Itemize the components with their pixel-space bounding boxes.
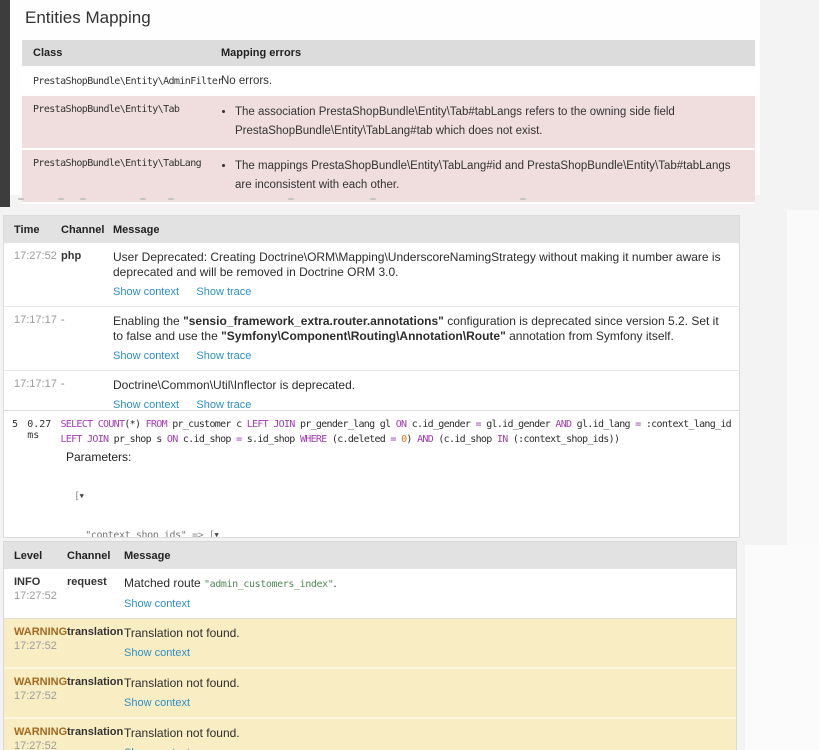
- column-header-channel: Channel: [61, 224, 105, 236]
- table-header-row: Time Channel Message: [4, 216, 739, 243]
- log-message: User Deprecated: Creating Doctrine\ORM\M…: [113, 243, 735, 306]
- entity-class-name: PrestaShopBundle\Entity\TabLang: [33, 157, 202, 169]
- dump-line: "context_shop_ids" => [▼: [85, 529, 219, 538]
- log-message-text: Translation not found.: [124, 726, 240, 740]
- entity-mapping-status: No errors.: [221, 75, 273, 87]
- entities-mapping-table: Class Mapping errors PrestaShopBundle\En…: [22, 40, 755, 204]
- query-duration: 0.27 ms: [27, 419, 52, 441]
- show-context-link[interactable]: Show context: [124, 696, 190, 711]
- log-level: INFO: [14, 576, 41, 588]
- sql-line: SELECT COUNT(*) FROM pr_customer c LEFT …: [60, 419, 731, 430]
- log-time: 17:27:52: [14, 250, 57, 262]
- show-context-link[interactable]: Show context: [124, 646, 190, 661]
- dump-line: [▼: [74, 491, 84, 502]
- sidebar-edge: [0, 0, 10, 207]
- mapping-error-item: The association PrestaShopBundle\Entity\…: [235, 103, 740, 141]
- log-row: 17:17:17 - Enabling the "sensio_framewor…: [4, 306, 739, 370]
- log-message: Translation not found. Show context: [124, 619, 736, 667]
- column-header-mapping-errors: Mapping errors: [221, 47, 302, 59]
- log-channel: translation: [67, 676, 124, 688]
- log-message: Matched route "admin_customers_index". S…: [124, 569, 736, 618]
- log-row-warning: WARNING 17:27:52 translation Translation…: [4, 667, 736, 717]
- column-header-channel: Channel: [67, 550, 111, 562]
- table-header-row: Level Channel Message: [4, 542, 736, 569]
- log-row-warning: WARNING 17:27:52 translation Translation…: [4, 618, 736, 667]
- page-title: Entities Mapping: [25, 8, 151, 27]
- show-trace-link[interactable]: Show trace: [196, 349, 251, 364]
- profiler-page: Entities Mapping Class Mapping errors Pr…: [0, 0, 819, 750]
- log-message-text: User Deprecated: Creating Doctrine\ORM\M…: [113, 250, 721, 279]
- table-row: PrestaShopBundle\Entity\AdminFilter No e…: [22, 68, 755, 96]
- stitch-artifact: [370, 198, 376, 200]
- stitch-artifact-strip: [0, 196, 760, 208]
- stitch-artifact: [80, 198, 86, 200]
- log-row-info: INFO 17:27:52 request Matched route "adm…: [4, 569, 736, 618]
- log-level-cell: INFO 17:27:52: [14, 569, 67, 618]
- log-level-cell: WARNING 17:27:52: [14, 619, 67, 667]
- log-time: 17:17:17: [14, 314, 57, 326]
- collapse-toggle-icon[interactable]: ▼: [80, 492, 84, 500]
- mapping-error-item: The mappings PrestaShopBundle\Entity\Tab…: [235, 157, 740, 195]
- log-message: Translation not found. Show context: [124, 719, 736, 750]
- entity-mapping-errors: The mappings PrestaShopBundle\Entity\Tab…: [210, 150, 755, 202]
- background-shade: [745, 545, 819, 750]
- stitch-artifact: [18, 198, 24, 200]
- log-message-text: Enabling the "sensio_framework_extra.rou…: [113, 314, 719, 343]
- log-channel: request: [67, 576, 107, 588]
- show-context-link[interactable]: Show context: [113, 285, 179, 300]
- request-log-table: Level Channel Message INFO 17:27:52 requ…: [3, 541, 737, 750]
- stitch-artifact: [288, 198, 294, 200]
- log-channel: translation: [67, 626, 124, 638]
- log-message-text: Doctrine\Common\Util\Inflector is deprec…: [113, 378, 356, 392]
- log-row-warning: WARNING 17:27:52 translation Translation…: [4, 717, 736, 750]
- stitch-artifact: [58, 198, 64, 200]
- log-channel: translation: [67, 726, 124, 738]
- log-message-text: Translation not found.: [124, 676, 240, 690]
- log-message-text: Translation not found.: [124, 626, 240, 640]
- column-header-message: Message: [124, 550, 171, 562]
- log-message-text: Matched route "admin_customers_index".: [124, 576, 337, 590]
- log-time: 17:27:52: [14, 640, 57, 652]
- show-context-link[interactable]: Show context: [113, 349, 179, 364]
- log-message: Enabling the "sensio_framework_extra.rou…: [113, 307, 735, 370]
- column-header-time: Time: [14, 224, 40, 236]
- table-row: PrestaShopBundle\Entity\Tab The associat…: [22, 96, 755, 150]
- table-header-row: Class Mapping errors: [22, 40, 755, 68]
- log-level: WARNING: [14, 676, 68, 688]
- column-header-message: Message: [113, 224, 160, 236]
- log-time: 17:27:52: [14, 690, 57, 702]
- show-context-link[interactable]: Show context: [124, 746, 190, 750]
- stitch-artifact: [140, 198, 146, 200]
- show-context-link[interactable]: Show context: [124, 597, 190, 612]
- log-level: WARNING: [14, 626, 68, 638]
- log-level-cell: WARNING 17:27:52: [14, 719, 67, 750]
- log-channel: php: [61, 250, 82, 262]
- entities-mapping-panel: Entities Mapping Class Mapping errors Pr…: [10, 0, 760, 204]
- entity-class-name: PrestaShopBundle\Entity\AdminFilter: [33, 76, 223, 87]
- entity-class-name: PrestaShopBundle\Entity\Tab: [33, 104, 180, 115]
- query-sql: SELECT COUNT(*) FROM pr_customer c LEFT …: [60, 417, 731, 447]
- stitch-artifact: [520, 198, 526, 200]
- collapse-toggle-icon[interactable]: ▼: [215, 531, 219, 538]
- log-row: 17:27:52 php User Deprecated: Creating D…: [4, 243, 739, 306]
- show-trace-link[interactable]: Show trace: [196, 285, 251, 300]
- log-message: Translation not found. Show context: [124, 669, 736, 717]
- log-level: WARNING: [14, 726, 68, 738]
- log-channel: -: [61, 314, 65, 326]
- deprecation-log-table: Time Channel Message 17:27:52 php User D…: [3, 215, 740, 420]
- sql-line: LEFT JOIN pr_shop s ON c.id_shop = s.id_…: [60, 434, 620, 445]
- log-time: 17:27:52: [14, 740, 57, 750]
- parameters-label: Parameters:: [66, 450, 132, 464]
- query-index: 5: [12, 419, 19, 430]
- column-header-level: Level: [14, 550, 43, 562]
- parameters-dump: [▼ "context_shop_ids" => [▼ 1 ] "context…: [74, 465, 731, 538]
- log-level-cell: WARNING 17:27:52: [14, 669, 67, 717]
- log-time: 17:27:52: [14, 590, 57, 602]
- column-header-class: Class: [33, 47, 63, 59]
- stitch-artifact: [168, 198, 174, 200]
- sql-query-panel: 5 0.27 ms SELECT COUNT(*) FROM pr_custom…: [3, 410, 740, 538]
- entity-mapping-errors: The association PrestaShopBundle\Entity\…: [210, 96, 755, 148]
